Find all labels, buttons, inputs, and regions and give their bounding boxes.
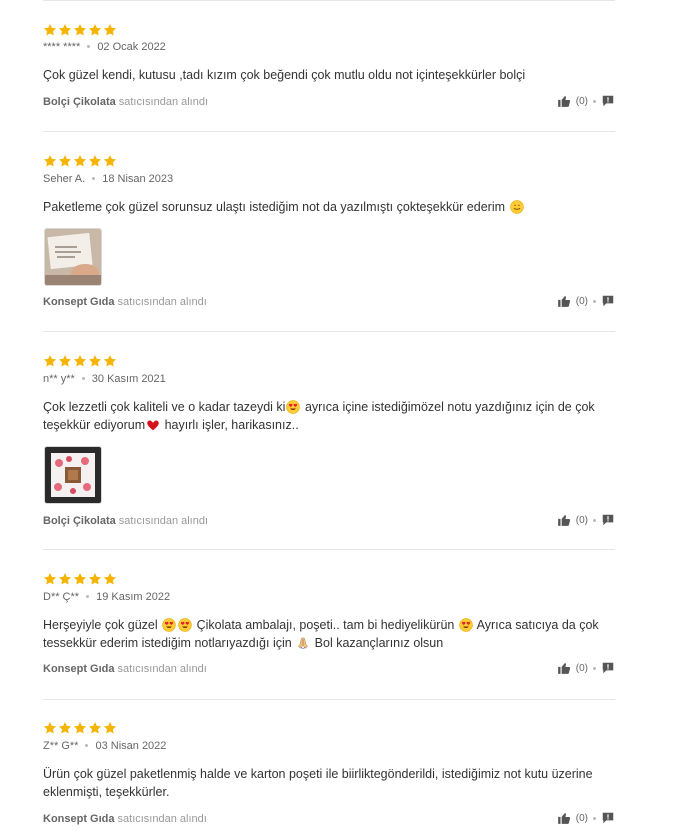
seller-suffix: satıcısından alındı xyxy=(118,515,209,527)
review-meta: **** **** 02 Ocak 2022 xyxy=(43,41,166,53)
like-count: (0) xyxy=(575,514,588,526)
seller-info: Bolçi Çikolata satıcısından alındı xyxy=(43,515,208,527)
seller-suffix: satıcısından alındı xyxy=(117,663,207,675)
thumbs-up-icon[interactable] xyxy=(557,811,571,825)
star-icon xyxy=(58,572,72,586)
seller-info: Konsept Gıda satıcısından alındı xyxy=(43,813,207,825)
review-date: 19 Kasım 2022 xyxy=(96,591,171,603)
review-card: **** **** 02 Ocak 2022 Çok güzel kendi, k… xyxy=(43,0,615,131)
seller-name[interactable]: Bolçi Çikolata xyxy=(43,515,116,527)
report-icon[interactable] xyxy=(601,811,615,825)
review-comment: Paketleme çok güzel sorunsuz ulaştı iste… xyxy=(43,198,615,216)
rating-stars xyxy=(43,354,117,368)
star-icon xyxy=(58,354,72,368)
star-icon xyxy=(43,354,57,368)
star-icon xyxy=(58,721,72,735)
seller-name[interactable]: Bolçi Çikolata xyxy=(43,96,116,108)
review-card: Seher A. 18 Nisan 2023 Paketleme çok güze… xyxy=(43,131,615,331)
star-icon xyxy=(103,23,117,37)
star-icon xyxy=(58,154,72,168)
star-icon xyxy=(103,572,117,586)
thumbs-up-icon[interactable] xyxy=(557,94,571,108)
report-icon[interactable] xyxy=(601,294,615,308)
review-actions: (0) xyxy=(557,513,615,527)
review-date: 03 Nisan 2022 xyxy=(95,740,167,752)
seller-name[interactable]: Konsept Gıda xyxy=(43,296,115,308)
reviewer-name: Z** G** xyxy=(43,740,79,752)
review-date: 18 Nisan 2023 xyxy=(102,173,174,185)
star-icon xyxy=(43,721,57,735)
review-meta: n** y** 30 Kasım 2021 xyxy=(43,373,166,385)
heart-eyes-emoji-icon xyxy=(162,618,176,632)
review-comment: Çok güzel kendi, kutusu ,tadı kızım çok … xyxy=(43,68,526,82)
like-count: (0) xyxy=(575,662,588,674)
smiling-face-icon xyxy=(510,200,524,214)
thumbs-up-icon[interactable] xyxy=(557,661,571,675)
star-icon xyxy=(103,721,117,735)
review-actions: (0) xyxy=(557,94,615,108)
rating-stars xyxy=(43,572,117,586)
seller-name[interactable]: Konsept Gıda xyxy=(43,663,115,675)
review-card: n** y** 30 Kasım 2021 Çok lezzetli çok ka… xyxy=(43,331,615,549)
heart-eyes-emoji-icon xyxy=(178,618,192,632)
review-photo[interactable] xyxy=(44,446,102,504)
heart-eyes-emoji-icon xyxy=(459,618,473,632)
review-actions: (0) xyxy=(557,661,615,675)
review-actions: (0) xyxy=(557,294,615,308)
review-comment: Çok lezzetli çok kaliteli ve o kadar taz… xyxy=(43,400,595,432)
review-card: Z** G** 03 Nisan 2022 Ürün çok güzel pake… xyxy=(43,699,615,833)
seller-info: Bolçi Çikolata satıcısından alındı xyxy=(43,96,208,108)
heart-eyes-emoji-icon xyxy=(286,400,300,414)
star-icon xyxy=(73,721,87,735)
star-icon xyxy=(88,354,102,368)
thumbs-up-icon[interactable] xyxy=(557,294,571,308)
seller-info: Konsept Gıda satıcısından alındı xyxy=(43,663,207,675)
folded-hands-icon xyxy=(296,636,310,650)
seller-name[interactable]: Konsept Gıda xyxy=(43,813,115,825)
reviewer-name: Seher A. xyxy=(43,173,86,185)
seller-info: Konsept Gıda satıcısından alındı xyxy=(43,296,207,308)
seller-suffix: satıcısından alındı xyxy=(117,813,207,825)
review-comment: Ürün çok güzel paketlenmiş halde ve kart… xyxy=(43,767,593,799)
star-icon xyxy=(73,154,87,168)
review-photo[interactable] xyxy=(44,228,102,286)
report-icon[interactable] xyxy=(601,94,615,108)
seller-suffix: satıcısından alındı xyxy=(117,296,207,308)
review-meta: Z** G** 03 Nisan 2022 xyxy=(43,740,166,752)
report-icon[interactable] xyxy=(601,513,615,527)
reviewer-name: D** Ç** xyxy=(43,591,80,603)
rating-stars xyxy=(43,23,117,37)
reviewer-name: **** **** xyxy=(43,41,81,53)
star-icon xyxy=(103,154,117,168)
rating-stars xyxy=(43,154,117,168)
review-comment: Herşeyiyle çok güzel Çikolata ambalajı, … xyxy=(43,618,599,650)
star-icon xyxy=(88,154,102,168)
report-icon[interactable] xyxy=(601,661,615,675)
star-icon xyxy=(43,154,57,168)
star-icon xyxy=(43,572,57,586)
star-icon xyxy=(103,354,117,368)
star-icon xyxy=(88,572,102,586)
review-meta: D** Ç** 19 Kasım 2022 xyxy=(43,591,170,603)
star-icon xyxy=(58,23,72,37)
rating-stars xyxy=(43,721,117,735)
review-card: D** Ç** 19 Kasım 2022 Herşeyiyle çok güze… xyxy=(43,549,615,699)
thumbs-up-icon[interactable] xyxy=(557,513,571,527)
like-count: (0) xyxy=(575,812,588,824)
review-date: 02 Ocak 2022 xyxy=(97,41,166,53)
reviewer-name: n** y** xyxy=(43,373,75,385)
review-meta: Seher A. 18 Nisan 2023 xyxy=(43,173,173,185)
star-icon xyxy=(73,572,87,586)
review-date: 30 Kasım 2021 xyxy=(91,373,166,385)
like-count: (0) xyxy=(575,295,588,307)
star-icon xyxy=(88,23,102,37)
star-icon xyxy=(73,23,87,37)
review-actions: (0) xyxy=(557,811,615,825)
star-icon xyxy=(43,23,57,37)
red-heart-icon xyxy=(146,418,160,432)
star-icon xyxy=(73,354,87,368)
star-icon xyxy=(88,721,102,735)
like-count: (0) xyxy=(575,95,588,107)
seller-suffix: satıcısından alındı xyxy=(118,96,209,108)
